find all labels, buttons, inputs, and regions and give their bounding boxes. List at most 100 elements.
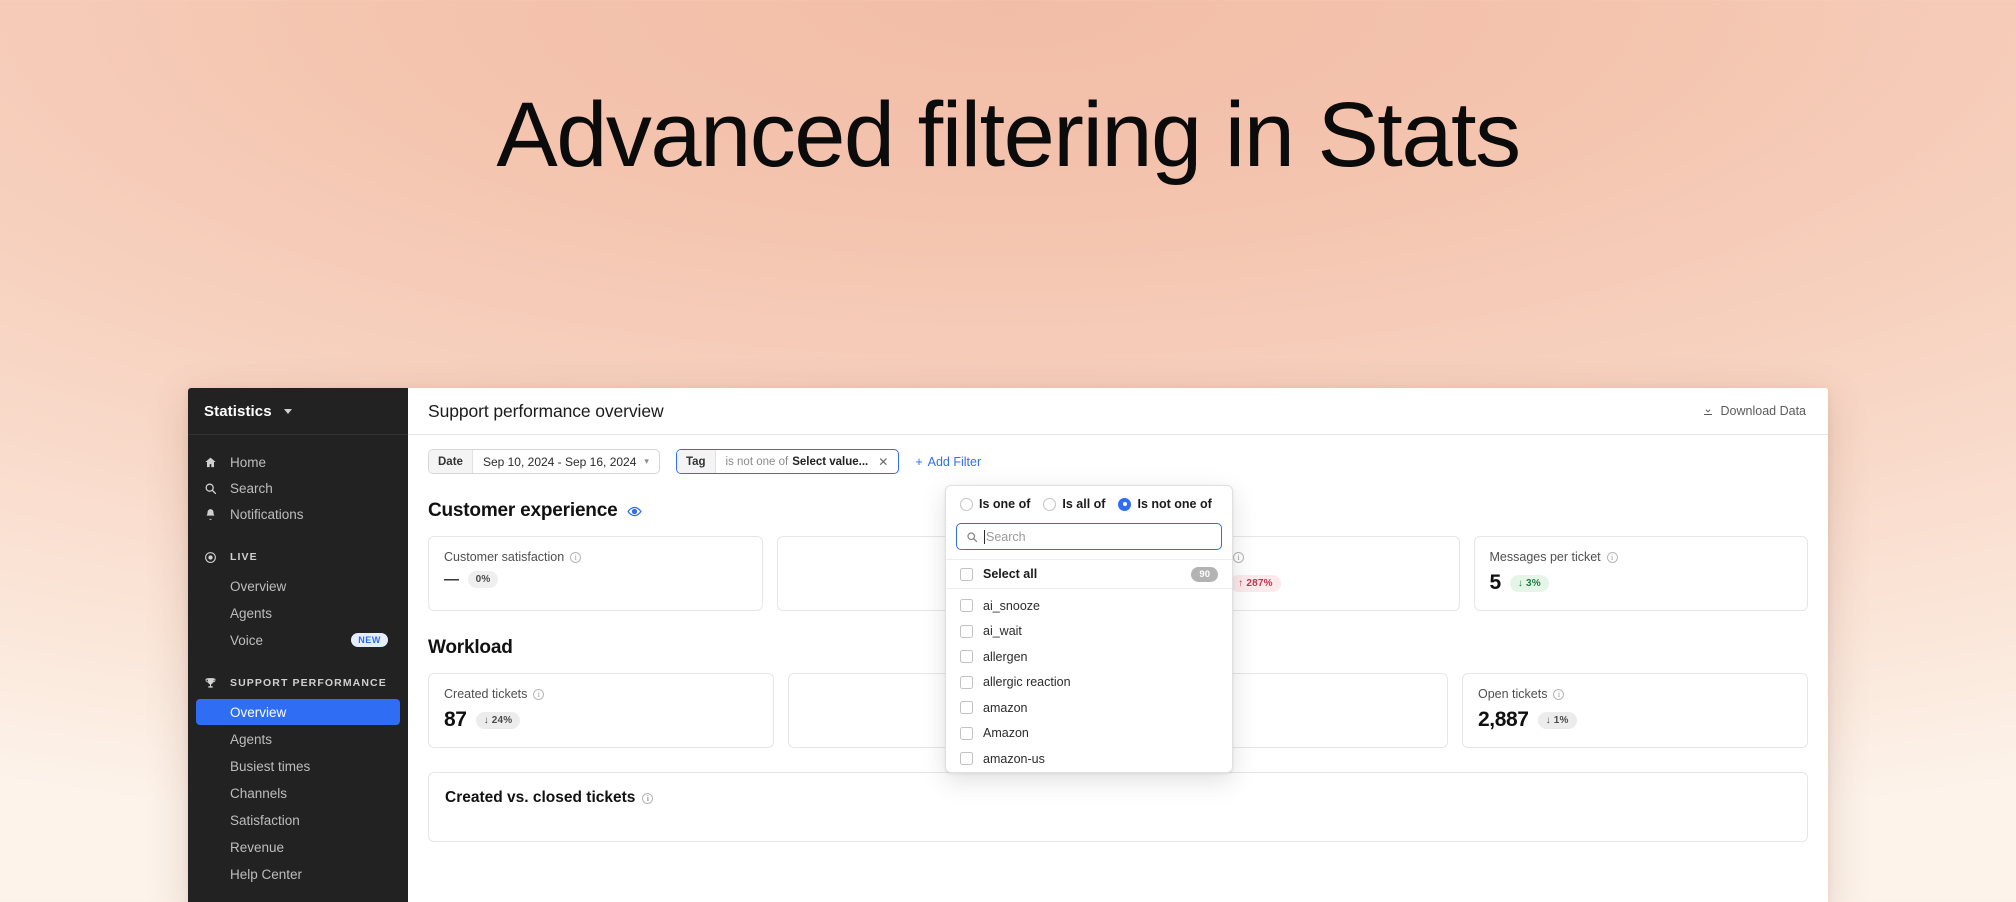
- filter-date-key: Date: [429, 450, 473, 473]
- tag-option-row[interactable]: amazon: [946, 695, 1232, 721]
- arrow-down-icon: ↓: [1517, 577, 1523, 589]
- sidebar-item-sp-revenue[interactable]: Revenue: [196, 834, 400, 860]
- metric-value-row: 87 ↓ 24%: [444, 708, 758, 732]
- metric-label-text: Open tickets: [1478, 687, 1548, 701]
- sidebar-item-home[interactable]: Home: [188, 449, 408, 475]
- sidebar-item-live-voice[interactable]: Voice NEW: [196, 627, 400, 653]
- sidebar-item-label: Notifications: [230, 506, 304, 522]
- sidebar-item-label: Overview: [230, 704, 287, 720]
- sidebar-item-sp-satisfaction[interactable]: Satisfaction: [196, 807, 400, 833]
- tag-select-all-row[interactable]: Select all 90: [946, 559, 1232, 589]
- radio-is-one-of[interactable]: Is one of: [960, 497, 1030, 511]
- metric-label: Open tickets i: [1478, 687, 1792, 701]
- sidebar-item-search[interactable]: Search: [188, 475, 408, 501]
- metric-label: Customer satisfaction i: [444, 550, 747, 564]
- checkbox-icon[interactable]: [960, 752, 973, 766]
- metric-card-open-tickets[interactable]: Open tickets i 2,887 ↓ 1%: [1462, 673, 1808, 748]
- tag-search-placeholder: Search: [984, 529, 1026, 544]
- tag-operator-radio-group: Is one of Is all of Is not one of: [946, 486, 1232, 521]
- main-content: Support performance overview Download Da…: [408, 388, 1828, 902]
- metric-delta-text: 24%: [491, 714, 513, 726]
- checkbox-icon[interactable]: [960, 624, 973, 638]
- sidebar-item-sp-busiest-times[interactable]: Busiest times: [196, 753, 400, 779]
- checkbox-icon[interactable]: [960, 701, 973, 715]
- sidebar-item-live-overview[interactable]: Overview: [196, 573, 400, 599]
- tag-option-row[interactable]: allergen: [946, 644, 1232, 670]
- radio-label: Is one of: [979, 497, 1031, 511]
- close-icon[interactable]: ✕: [878, 456, 888, 468]
- filter-date-value: Sep 10, 2024 - Sep 16, 2024: [482, 454, 637, 469]
- sidebar-item-notifications[interactable]: Notifications: [188, 501, 408, 527]
- tag-total-count-badge: 90: [1191, 566, 1218, 582]
- checkbox-icon[interactable]: [960, 675, 973, 689]
- radio-label: Is all of: [1062, 497, 1106, 511]
- metric-card-messages-per-ticket[interactable]: Messages per ticket i 5 ↓ 3%: [1473, 536, 1808, 611]
- sidebar-item-sp-help-center[interactable]: Help Center: [196, 861, 400, 887]
- sidebar-item-sp-agents[interactable]: Agents: [196, 726, 400, 752]
- sidebar-item-label: Busiest times: [230, 758, 311, 774]
- sidebar-item-sp-channels[interactable]: Channels: [196, 780, 400, 806]
- sidebar-item-label: Channels: [230, 785, 288, 801]
- filter-date-value-button[interactable]: Sep 10, 2024 - Sep 16, 2024 ▾: [473, 450, 659, 473]
- arrow-down-icon: ↓: [1545, 714, 1551, 726]
- sidebar-item-live-agents[interactable]: Agents: [196, 600, 400, 626]
- radio-icon-selected: [1118, 497, 1132, 511]
- metric-delta: ↓ 24%: [475, 711, 521, 729]
- metric-card-customer-satisfaction[interactable]: Customer satisfaction i — 0%: [428, 536, 763, 611]
- chart-card-title-text: Created vs. closed tickets: [445, 789, 636, 806]
- sidebar-item-sp-overview[interactable]: Overview: [196, 699, 400, 725]
- sidebar-item-label: Agents: [230, 605, 273, 621]
- tag-option-row[interactable]: ai_wait: [946, 619, 1232, 645]
- metric-label: Created tickets i: [444, 687, 758, 701]
- metric-value-row: 2,887 ↓ 1%: [1478, 708, 1792, 732]
- tag-search-wrapper: Search: [946, 521, 1232, 559]
- arrow-up-icon: ↑: [1238, 577, 1244, 589]
- checkbox-icon[interactable]: [960, 726, 973, 740]
- live-dot-icon: [204, 551, 222, 564]
- tag-option-row[interactable]: allergic reaction: [946, 670, 1232, 696]
- filter-chip-date[interactable]: Date Sep 10, 2024 - Sep 16, 2024 ▾: [428, 449, 660, 474]
- chart-card-created-vs-closed[interactable]: Created vs. closed tickets i: [428, 772, 1808, 842]
- add-filter-button[interactable]: + Add Filter: [915, 455, 981, 469]
- arrow-down-icon: ↓: [483, 714, 489, 726]
- checkbox-icon[interactable]: [960, 567, 973, 581]
- sidebar-product-name: Statistics: [204, 402, 272, 420]
- tag-options-list: ai_snooze ai_wait allergen allergic reac…: [946, 589, 1232, 772]
- filter-tag-value-button[interactable]: is not one of Select value... ✕: [716, 450, 899, 473]
- search-icon: [204, 482, 222, 495]
- tag-option-row[interactable]: ai_snooze: [946, 593, 1232, 619]
- radio-is-all-of[interactable]: Is all of: [1043, 497, 1105, 511]
- info-icon[interactable]: i: [570, 551, 582, 563]
- download-data-button[interactable]: Download Data: [1702, 404, 1806, 418]
- main-header: Support performance overview Download Da…: [408, 388, 1828, 435]
- filter-chip-tag[interactable]: Tag is not one of Select value... ✕: [675, 449, 900, 474]
- info-icon[interactable]: i: [1606, 551, 1618, 563]
- add-filter-label: Add Filter: [927, 454, 982, 469]
- info-icon[interactable]: i: [533, 688, 545, 700]
- tag-option-row[interactable]: Amazon: [946, 721, 1232, 747]
- sidebar-product-switcher[interactable]: Statistics: [188, 388, 408, 435]
- filter-tag-key: Tag: [676, 450, 716, 473]
- section-title: Customer experience: [428, 500, 618, 521]
- metric-label-text: Messages per ticket: [1489, 550, 1601, 564]
- info-icon[interactable]: i: [642, 792, 654, 804]
- metric-card-created-tickets[interactable]: Created tickets i 87 ↓ 24%: [428, 673, 774, 748]
- tag-search-input[interactable]: Search: [956, 523, 1222, 550]
- checkbox-icon[interactable]: [960, 599, 973, 613]
- info-icon[interactable]: i: [1233, 551, 1245, 563]
- info-icon[interactable]: i: [1553, 688, 1565, 700]
- checkbox-icon[interactable]: [960, 650, 973, 664]
- tag-filter-dropdown: Is one of Is all of Is not one of Search: [945, 485, 1233, 773]
- chevron-down-icon: ▾: [644, 456, 649, 466]
- search-icon: [966, 531, 978, 543]
- sidebar-item-label: Revenue: [230, 839, 285, 855]
- metric-delta-text: 3%: [1525, 577, 1541, 589]
- download-icon: [1702, 405, 1714, 417]
- hero-title: Advanced filtering in Stats: [0, 0, 2016, 380]
- sidebar: Statistics Home Search Notifications LIV…: [188, 388, 408, 902]
- radio-is-not-one-of[interactable]: Is not one of: [1118, 497, 1212, 511]
- eye-icon[interactable]: [627, 504, 643, 519]
- tag-option-row[interactable]: amazon-us: [946, 746, 1232, 772]
- tag-option-label: ai_wait: [983, 624, 1022, 639]
- metric-label-text: Customer satisfaction: [444, 550, 565, 564]
